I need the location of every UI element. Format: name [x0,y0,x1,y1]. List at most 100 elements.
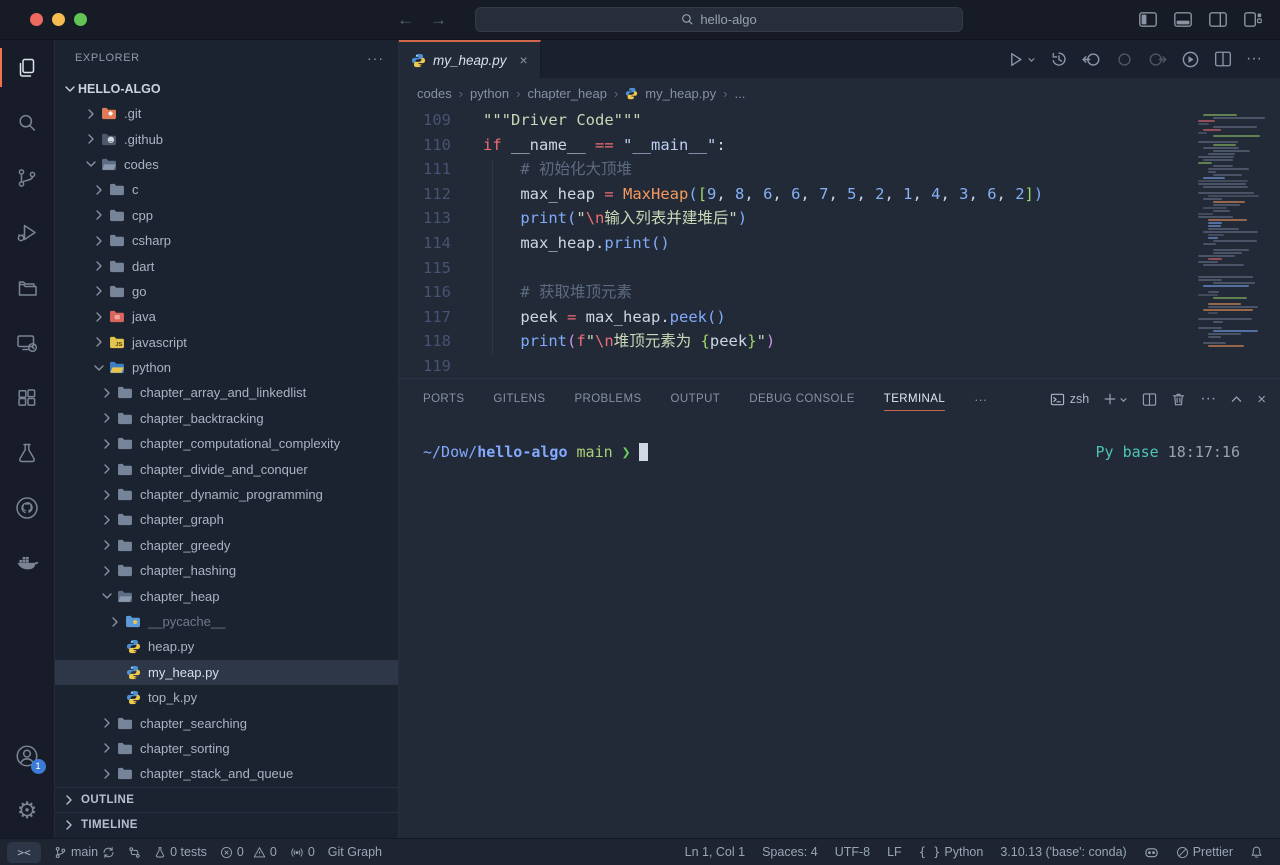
activity-account[interactable]: 1 [0,728,55,783]
run-python-file-button[interactable] [1007,51,1036,68]
tree-item-heap-py[interactable]: heap.py [55,634,398,659]
chevron-right-icon[interactable] [99,537,115,553]
status-cursor-position[interactable]: Ln 1, Col 1 [685,845,745,859]
tree-item-codes[interactable]: codes [55,152,398,177]
chevron-right-icon[interactable] [99,487,115,503]
tree-item-csharp[interactable]: csharp [55,228,398,253]
gitlens-forward-icon[interactable] [1148,50,1167,69]
status-prettier[interactable]: Prettier [1176,845,1233,859]
tree-item-chapter-greedy[interactable]: chapter_greedy [55,533,398,558]
new-terminal-button[interactable] [1103,392,1128,406]
nav-back-icon[interactable]: ← [397,10,414,30]
run-circle-icon[interactable] [1181,50,1200,69]
toggle-panel-icon[interactable] [1174,12,1192,27]
tree-item-chapter-divide-and-conquer[interactable]: chapter_divide_and_conquer [55,456,398,481]
chevron-right-icon[interactable] [91,207,107,223]
panel-tab-problems[interactable]: PROBLEMS [574,379,641,419]
chevron-down-icon[interactable] [99,588,115,604]
tree-item-chapter-searching[interactable]: chapter_searching [55,710,398,735]
tree-item-cpp[interactable]: cpp [55,203,398,228]
maximize-panel-icon[interactable] [1230,393,1243,406]
panel-tab-gitlens[interactable]: GITLENS [493,379,545,419]
status-feedback[interactable]: 0 [290,845,315,859]
chevron-right-icon[interactable] [91,182,107,198]
chevron-right-icon[interactable] [83,106,99,122]
panel-tab-debug-console[interactable]: DEBUG CONSOLE [749,379,855,419]
activity-docker[interactable] [0,535,55,590]
terminal[interactable]: ~/Dow/hello-algo main ❯ Py base 18:17:16 [399,419,1280,838]
tree-item-chapter-computational-complexity[interactable]: chapter_computational_complexity [55,431,398,456]
breadcrumb-codes[interactable]: codes [417,86,452,101]
chevron-right-icon[interactable] [91,233,107,249]
chevron-right-icon[interactable] [99,461,115,477]
remote-indicator[interactable]: >< [7,842,41,863]
tree-item-dart[interactable]: dart [55,253,398,278]
toggle-sidebar-icon[interactable] [1139,12,1157,27]
close-panel-icon[interactable]: × [1257,391,1266,408]
panel-tab-terminal[interactable]: TERMINAL [884,379,945,419]
status-branch[interactable]: main [54,845,115,859]
tree-item-chapter-graph[interactable]: chapter_graph [55,507,398,532]
status-copilot[interactable] [1144,846,1159,859]
status-problems[interactable]: 0 0 [220,845,277,859]
tree-item-chapter-hashing[interactable]: chapter_hashing [55,558,398,583]
tree-item--pycache-[interactable]: __pycache__ [55,609,398,634]
timeline-history-icon[interactable] [1050,50,1068,68]
tree-item--git[interactable]: .git [55,101,398,126]
panel-tab-ports[interactable]: PORTS [423,379,464,419]
minimize-window-button[interactable] [52,13,65,26]
panel-tab-output[interactable]: OUTPUT [671,379,721,419]
customize-layout-icon[interactable] [1244,12,1262,27]
panel-more-actions-icon[interactable]: ··· [1200,390,1216,408]
editor-more-actions-icon[interactable]: ··· [1246,50,1262,68]
status-encoding[interactable]: UTF-8 [835,845,870,859]
activity-source-control[interactable] [0,150,55,205]
chevron-right-icon[interactable] [99,385,115,401]
gitlens-circle-icon[interactable] [1115,50,1134,69]
chevron-right-icon[interactable] [99,410,115,426]
status-git-graph[interactable]: Git Graph [328,845,382,859]
chevron-down-icon[interactable] [91,360,107,376]
panel-more-tabs-icon[interactable]: ··· [974,392,987,407]
chevron-right-icon[interactable] [99,766,115,782]
chevron-right-icon[interactable] [91,283,107,299]
tree-item-chapter-dynamic-programming[interactable]: chapter_dynamic_programming [55,482,398,507]
section-timeline[interactable]: TIMELINE [55,812,398,837]
tab-my-heap-py[interactable]: my_heap.py × [399,40,541,78]
activity-run-debug[interactable] [0,205,55,260]
tree-item--github[interactable]: .github [55,126,398,151]
tree-root-hello-algo[interactable]: HELLO-ALGO [55,76,398,101]
activity-testing[interactable] [0,425,55,480]
command-center-search[interactable]: hello-algo [475,7,963,32]
activity-search[interactable] [0,95,55,150]
breadcrumb-symbol[interactable]: ... [734,86,745,101]
split-editor-icon[interactable] [1214,50,1232,68]
tree-item-chapter-heap[interactable]: chapter_heap [55,583,398,608]
activity-explorer[interactable] [0,40,55,95]
status-tests[interactable]: 0 tests [154,845,207,859]
toggle-secondary-sidebar-icon[interactable] [1209,12,1227,27]
chevron-right-icon[interactable] [107,614,123,630]
explorer-actions-icon[interactable]: ··· [367,50,384,66]
breadcrumb-file[interactable]: my_heap.py [645,86,716,101]
minimap[interactable] [1198,114,1270,366]
status-eol[interactable]: LF [887,845,902,859]
chevron-right-icon[interactable] [99,436,115,452]
status-git-compare[interactable] [128,846,141,859]
tree-item-javascript[interactable]: JSjavascript [55,330,398,355]
close-window-button[interactable] [30,13,43,26]
split-terminal-icon[interactable] [1142,392,1157,407]
chevron-right-icon[interactable] [91,258,107,274]
chevron-right-icon[interactable] [99,563,115,579]
code-editor[interactable]: 109"""Driver Code"""110if __name__ == "_… [399,108,1280,378]
shell-selector[interactable]: zsh [1050,392,1089,407]
chevron-right-icon[interactable] [99,715,115,731]
tree-item-chapter-backtracking[interactable]: chapter_backtracking [55,406,398,431]
tree-item-chapter-array-and-linkedlist[interactable]: chapter_array_and_linkedlist [55,380,398,405]
chevron-right-icon[interactable] [83,131,99,147]
tree-item-chapter-sorting[interactable]: chapter_sorting [55,736,398,761]
nav-forward-icon[interactable]: → [430,10,447,30]
tree-item-top-k-py[interactable]: top_k.py [55,685,398,710]
chevron-right-icon[interactable] [91,334,107,350]
chevron-right-icon[interactable] [91,309,107,325]
